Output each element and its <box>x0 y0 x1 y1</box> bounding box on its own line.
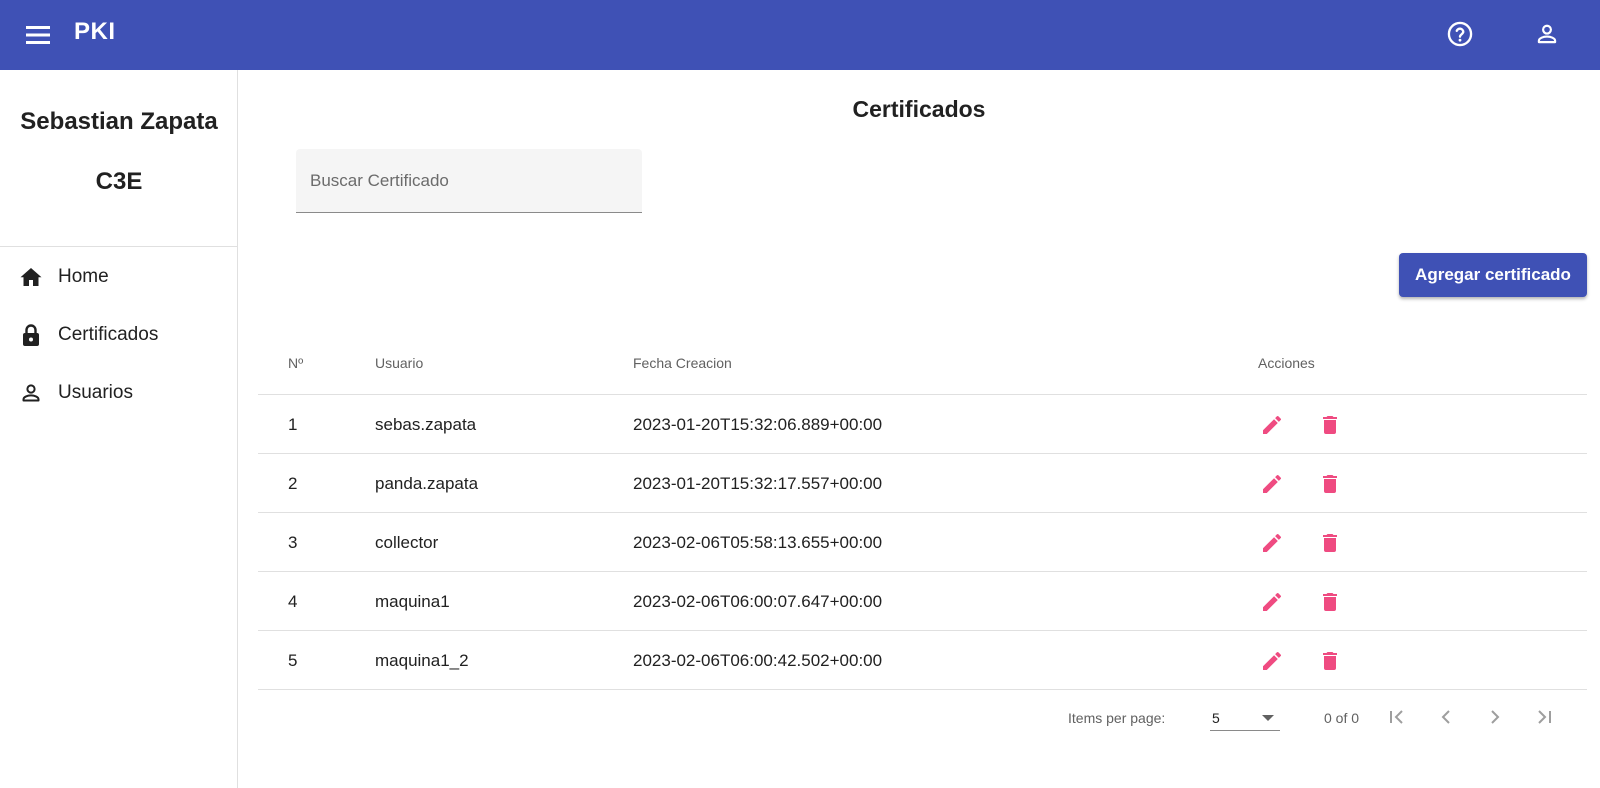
app-title: PKI <box>74 18 116 45</box>
cell-date: 2023-02-06T06:00:42.502+00:00 <box>633 651 883 670</box>
main-content: Certificados Agregar certificado Nº Usua… <box>238 70 1600 788</box>
account-icon[interactable] <box>1530 17 1564 51</box>
trash-icon[interactable] <box>1316 529 1344 557</box>
items-per-page-value: 5 <box>1212 710 1220 726</box>
first-page-icon[interactable] <box>1383 703 1411 731</box>
last-page-icon[interactable] <box>1530 703 1558 731</box>
table-header: Nº Usuario Fecha Creacion Acciones <box>258 335 1587 395</box>
page-range-label: 0 of 0 <box>1324 710 1360 726</box>
cell-date: 2023-02-06T06:00:07.647+00:00 <box>633 592 883 611</box>
add-certificate-button[interactable]: Agregar certificado <box>1399 253 1587 297</box>
pencil-icon[interactable] <box>1258 470 1286 498</box>
table-row: 3 collector 2023-02-06T05:58:13.655+00:0… <box>258 513 1587 572</box>
cell-date: 2023-02-06T05:58:13.655+00:00 <box>633 533 883 552</box>
lock-icon <box>17 321 45 349</box>
cell-num: 3 <box>288 533 298 552</box>
pencil-icon[interactable] <box>1258 588 1286 616</box>
pencil-icon[interactable] <box>1258 411 1286 439</box>
table-row: 2 panda.zapata 2023-01-20T15:32:17.557+0… <box>258 454 1587 513</box>
help-circle-icon[interactable] <box>1443 17 1477 51</box>
pencil-icon[interactable] <box>1258 529 1286 557</box>
cell-num: 4 <box>288 592 298 611</box>
sidebar-item-usuarios[interactable]: Usuarios <box>0 369 237 417</box>
sidebar-item-label: Home <box>58 266 109 287</box>
cell-user: sebas.zapata <box>375 415 477 434</box>
menu-icon[interactable] <box>24 20 54 50</box>
sidebar-user-name: Sebastian Zapata <box>20 108 218 135</box>
sidebar: Sebastian Zapata C3E Home Certificados U… <box>0 70 238 788</box>
certificates-table: Nº Usuario Fecha Creacion Acciones 1 seb… <box>258 335 1587 690</box>
paginator: Items per page: 5 0 of 0 <box>258 695 1587 739</box>
cell-num: 5 <box>288 651 298 670</box>
next-page-icon[interactable] <box>1481 703 1509 731</box>
sidebar-item-home[interactable]: Home <box>0 253 237 301</box>
person-icon <box>17 379 45 407</box>
cell-user: collector <box>375 533 439 552</box>
sidebar-item-certificados[interactable]: Certificados <box>0 311 237 359</box>
trash-icon[interactable] <box>1316 470 1344 498</box>
table-row: 5 maquina1_2 2023-02-06T06:00:42.502+00:… <box>258 631 1587 690</box>
cell-num: 1 <box>288 415 298 434</box>
trash-icon[interactable] <box>1316 588 1344 616</box>
table-row: 1 sebas.zapata 2023-01-20T15:32:06.889+0… <box>258 395 1587 454</box>
cell-user: maquina1 <box>375 592 450 611</box>
trash-icon[interactable] <box>1316 411 1344 439</box>
trash-icon[interactable] <box>1316 647 1344 675</box>
pencil-icon[interactable] <box>1258 647 1286 675</box>
sidebar-item-label: Usuarios <box>58 382 133 403</box>
header-actions: Acciones <box>1258 355 1315 371</box>
page-title: Certificados <box>852 96 986 122</box>
previous-page-icon[interactable] <box>1432 703 1460 731</box>
header-date: Fecha Creacion <box>633 355 732 371</box>
items-per-page-select[interactable]: 5 <box>1210 703 1280 731</box>
search-input[interactable] <box>296 149 642 212</box>
search-field <box>296 149 642 213</box>
cell-user: maquina1_2 <box>375 651 469 670</box>
sidebar-item-label: Certificados <box>58 324 159 345</box>
top-app-bar: PKI <box>0 0 1600 70</box>
header-user: Usuario <box>375 355 424 371</box>
cell-num: 2 <box>288 474 298 493</box>
sidebar-divider <box>0 246 237 247</box>
chevron-down-icon <box>1262 715 1274 721</box>
items-per-page-label: Items per page: <box>1068 710 1166 726</box>
cell-user: panda.zapata <box>375 474 479 493</box>
cell-date: 2023-01-20T15:32:06.889+00:00 <box>633 415 883 434</box>
cell-date: 2023-01-20T15:32:17.557+00:00 <box>633 474 883 493</box>
sidebar-user-org: C3E <box>95 168 143 195</box>
table-row: 4 maquina1 2023-02-06T06:00:07.647+00:00 <box>258 572 1587 631</box>
home-icon <box>17 263 45 291</box>
header-num: Nº <box>288 355 304 371</box>
